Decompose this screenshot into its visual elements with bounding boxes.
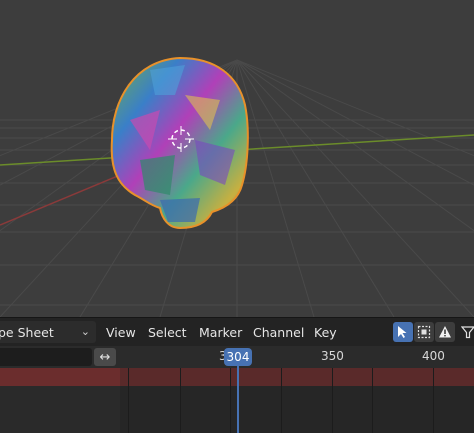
grid-line <box>180 368 181 433</box>
3d-viewport[interactable] <box>0 0 474 317</box>
box-select-icon <box>417 325 431 339</box>
swap-icon[interactable]: ↔ <box>94 348 116 366</box>
channel-search-field[interactable] <box>0 348 92 366</box>
grid-line <box>128 368 129 433</box>
menu-view[interactable]: View <box>106 325 136 340</box>
menu-key[interactable]: Key <box>314 325 337 340</box>
select-tool-button[interactable] <box>393 322 413 342</box>
summary-channel-label[interactable] <box>0 368 120 386</box>
skull-mesh <box>110 56 249 230</box>
editor-type-label: pe Sheet <box>0 325 54 340</box>
menu-select[interactable]: Select <box>148 325 187 340</box>
grid-line <box>433 368 434 433</box>
grid-line <box>281 368 282 433</box>
warning-button[interactable] <box>435 322 455 342</box>
playhead-line[interactable] <box>237 366 239 433</box>
editor-type-dropdown[interactable]: pe Sheet ⌄ <box>0 321 96 343</box>
box-select-button[interactable] <box>414 322 434 342</box>
warning-icon <box>439 326 451 338</box>
chevron-down-icon: ⌄ <box>80 325 90 338</box>
tick-label-350: 350 <box>321 349 344 363</box>
grid-line <box>230 368 231 433</box>
grid-line <box>332 368 333 433</box>
dopesheet-header: pe Sheet ⌄ View Select Marker Channel Ke… <box>0 317 474 346</box>
menu-marker[interactable]: Marker <box>199 325 242 340</box>
viewport-grid <box>0 56 474 317</box>
current-frame-indicator[interactable]: 304 <box>224 348 252 366</box>
menu-channel[interactable]: Channel <box>253 325 304 340</box>
select-arrow-icon <box>398 326 407 338</box>
grid-line <box>372 368 373 433</box>
filter-icon <box>461 326 474 339</box>
tick-label-400: 400 <box>422 349 445 363</box>
filter-button[interactable] <box>458 322 474 342</box>
